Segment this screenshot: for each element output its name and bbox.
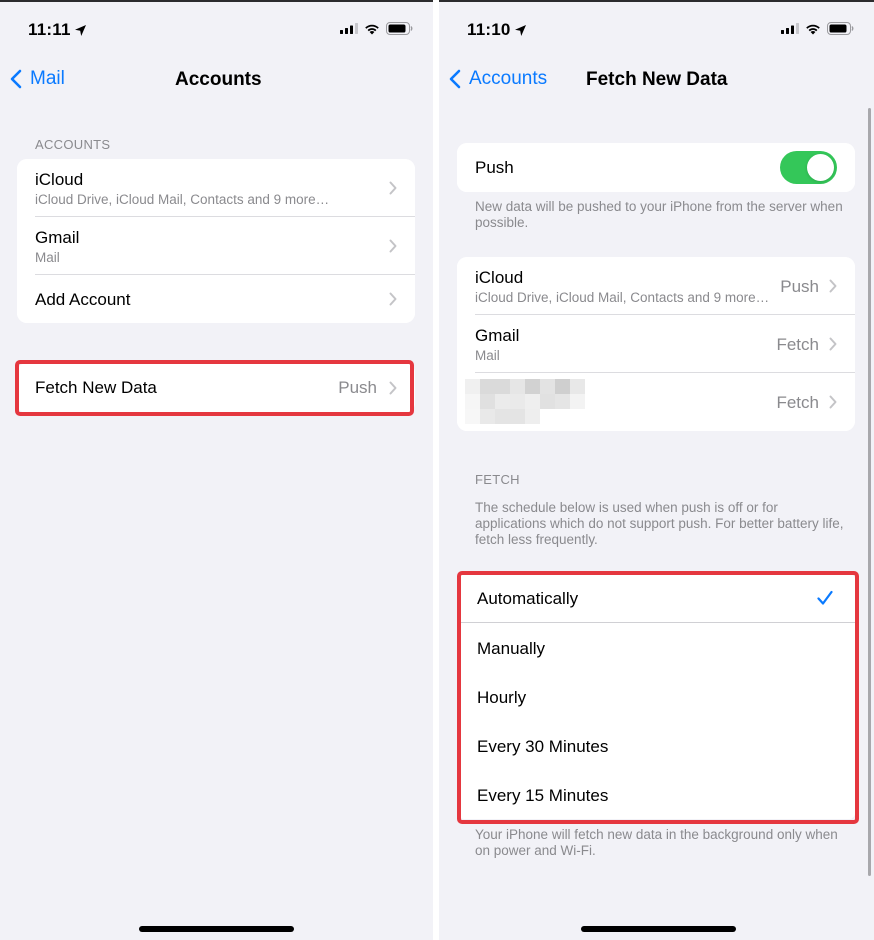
account-subtitle: Mail: [35, 250, 60, 265]
add-account-label: Add Account: [35, 290, 131, 309]
schedule-option-manually[interactable]: Manually: [459, 623, 855, 672]
toggle-knob: [807, 154, 834, 181]
chevron-right-icon: [829, 395, 837, 409]
schedule-option-label: Every 30 Minutes: [477, 737, 609, 756]
page-title: Fetch New Data: [586, 69, 728, 90]
schedule-option-label: Hourly: [477, 688, 527, 707]
schedule-option-label: Automatically: [477, 589, 579, 608]
chevron-right-icon: [389, 292, 397, 306]
account-row-redacted[interactable]: Fetch: [457, 373, 855, 431]
account-subtitle: iCloud Drive, iCloud Mail, Contacts and …: [475, 290, 770, 305]
account-fetch-value: Fetch: [776, 335, 819, 354]
status-icons: [340, 22, 413, 35]
chevron-right-icon: [389, 181, 397, 195]
chevron-right-icon: [829, 337, 837, 351]
status-time-wrap: 11:11: [28, 20, 87, 40]
push-footer: New data will be pushed to your iPhone f…: [475, 199, 843, 230]
back-button[interactable]: Mail: [10, 68, 65, 90]
account-fetch-value: Push: [780, 277, 819, 296]
account-subtitle: Mail: [475, 348, 500, 363]
chevron-left-icon: [449, 69, 461, 89]
chevron-right-icon: [389, 381, 397, 395]
chevron-right-icon: [829, 279, 837, 293]
account-row-gmail[interactable]: Gmail Mail: [17, 217, 415, 275]
page-title: Accounts: [175, 69, 262, 90]
accounts-section-header: ACCOUNTS: [35, 137, 111, 152]
status-bar: 11:11: [0, 20, 433, 42]
scrollbar[interactable]: [868, 108, 871, 876]
account-title: iCloud: [475, 268, 524, 287]
status-time: 11:11: [28, 20, 71, 39]
schedule-option-label: Manually: [477, 639, 546, 658]
push-row: Push: [457, 143, 855, 192]
fetch-schedule-list: Automatically Manually Hourly Every 30 M…: [459, 574, 855, 819]
schedule-option-every-30-minutes[interactable]: Every 30 Minutes: [459, 721, 855, 770]
location-arrow-icon: [514, 24, 526, 36]
back-button[interactable]: Accounts: [449, 68, 547, 90]
accounts-list: iCloud iCloud Drive, iCloud Mail, Contac…: [457, 257, 855, 431]
status-icons: [781, 22, 854, 35]
fetch-new-data-row[interactable]: Fetch New Data Push: [17, 363, 415, 413]
accounts-screen: 11:11 Mail Accounts ACCOUNTS iCloud iClo…: [0, 0, 433, 940]
account-row-icloud[interactable]: iCloud iCloud Drive, iCloud Mail, Contac…: [457, 257, 855, 315]
battery-icon: [827, 22, 854, 35]
fetch-new-data-screen: 11:10 Accounts Fetch New Data Push New d…: [439, 0, 874, 940]
cellular-signal-icon: [340, 23, 358, 34]
fetch-new-data-label: Fetch New Data: [35, 378, 157, 397]
account-row-gmail[interactable]: Gmail Mail Fetch: [457, 315, 855, 373]
fetch-new-data-group: Fetch New Data Push: [17, 363, 415, 413]
status-bar: 11:10: [439, 20, 874, 42]
push-label: Push: [475, 158, 514, 177]
push-toggle[interactable]: [780, 151, 837, 184]
status-time: 11:10: [467, 20, 511, 39]
account-fetch-value: Fetch: [776, 393, 819, 412]
accounts-list: iCloud iCloud Drive, iCloud Mail, Contac…: [17, 159, 415, 323]
schedule-footer: Your iPhone will fetch new data in the b…: [475, 827, 838, 858]
battery-icon: [386, 22, 413, 35]
schedule-option-hourly[interactable]: Hourly: [459, 672, 855, 721]
home-indicator: [581, 926, 736, 932]
schedule-option-automatically[interactable]: Automatically: [459, 574, 855, 623]
checkmark-icon: [817, 590, 833, 605]
fetch-section-header: FETCH: [475, 472, 520, 487]
chevron-left-icon: [10, 69, 22, 89]
wifi-icon: [806, 24, 820, 34]
wifi-icon: [365, 24, 379, 34]
schedule-option-label: Every 15 Minutes: [477, 786, 609, 805]
add-account-row[interactable]: Add Account: [17, 275, 415, 323]
home-indicator: [139, 926, 294, 932]
back-label: Accounts: [469, 68, 548, 89]
account-title: Gmail: [475, 326, 520, 345]
navigation-bar: Accounts Fetch New Data: [439, 62, 874, 98]
account-row-icloud[interactable]: iCloud iCloud Drive, iCloud Mail, Contac…: [17, 159, 415, 217]
back-label: Mail: [30, 68, 65, 89]
schedule-option-every-15-minutes[interactable]: Every 15 Minutes: [459, 770, 855, 819]
chevron-right-icon: [389, 239, 397, 253]
fetch-description: The schedule below is used when push is …: [475, 500, 844, 547]
redacted-account-name: [465, 379, 595, 425]
status-time-wrap: 11:10: [467, 20, 527, 40]
account-title: iCloud: [35, 170, 84, 189]
navigation-bar: Mail Accounts: [0, 62, 433, 98]
account-subtitle: iCloud Drive, iCloud Mail, Contacts and …: [35, 192, 330, 207]
push-group: Push: [457, 143, 855, 192]
cellular-signal-icon: [781, 23, 799, 34]
location-arrow-icon: [74, 24, 86, 36]
account-title: Gmail: [35, 228, 80, 247]
fetch-new-data-value: Push: [338, 378, 377, 397]
